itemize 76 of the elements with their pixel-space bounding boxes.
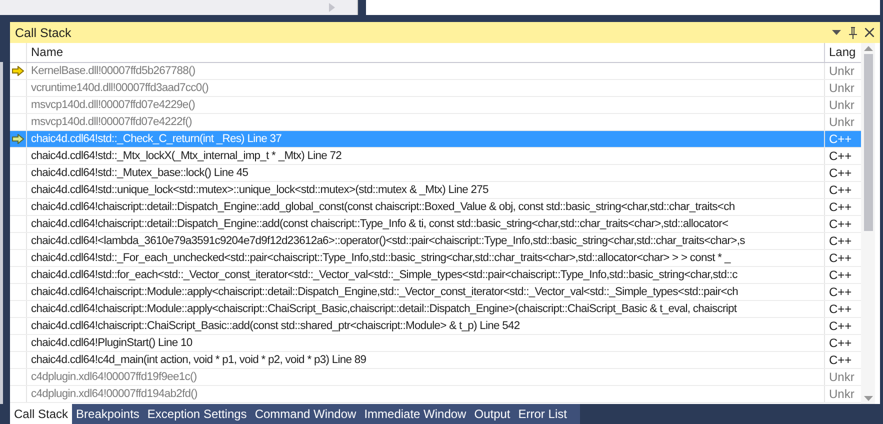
frame-name: chaic4d.cdl64!std::unique_lock<std::mutex>::unique_lock<std::mutex>(std::mutex & _Mtx) Line 275 (27, 182, 825, 198)
column-header[interactable]: Lang (825, 43, 861, 62)
frame-name: chaic4d.cdl64!chaiscript::Module::apply<chaiscript::ChaiScript_Basic,chaiscript::detail::Dispatch_Engine>(chaiscript::ChaiScript_Basic & t_eval, chaiscript (27, 301, 825, 317)
frame-name: chaic4d.cdl64!chaiscript::detail::Dispatch_Engine::add(const chaiscript::Type_Info & ti, const std::basic_string<char,std::char_traits<char>,std::allocator< (27, 216, 825, 232)
table-row[interactable]: chaic4d.cdl64!std::_For_each_unchecked<std::pair<chaiscript::Type_Info,std::basic_string<char,std::char_traits<char>,std::allocator<char> > > const * _ C++ (10, 250, 861, 267)
table-row[interactable]: KernelBase.dll!00007ffd5b267788() Unkr (10, 63, 861, 80)
tab[interactable]: Output (470, 404, 514, 424)
table-row[interactable]: chaic4d.cdl64!chaiscript::Module::apply<chaiscript::detail::Dispatch_Engine,std::_Vector_const_iterator<std::_Vector_val<std::_Simple_types<std::pair<ch C++ (10, 284, 861, 301)
language-cell-text: C++ (828, 216, 853, 232)
language-cell-text: Unkr (828, 63, 856, 79)
pin-icon[interactable] (849, 26, 857, 38)
frame-name: chaic4d.cdl64!chaiscript::ChaiScript_Basic::add(const std::shared_ptr<chaiscript::Module> & t_p) Line 542 (27, 318, 825, 334)
frame-name: chaic4d.cdl64!PluginStart() Line 10 (27, 335, 825, 351)
tab[interactable]: Exception Settings (143, 404, 251, 424)
table-row[interactable]: chaic4d.cdl64!std::_Mtx_lockX(_Mtx_internal_imp_t * _Mtx) Line 72 C++ (10, 148, 861, 165)
frame-name: chaic4d.cdl64!c4d_main(int action, void * p1, void * p2, void * p3) Line 89 (27, 352, 825, 368)
tab[interactable]: Immediate Window (360, 404, 470, 424)
table-row[interactable]: chaic4d.cdl64!chaiscript::Module::apply<chaiscript::ChaiScript_Basic,chaiscript::detail::Dispatch_Engine>(chaiscript::ChaiScript_Basic & t_eval, chaiscript C++ (10, 301, 861, 318)
tab[interactable]: Call Stack (10, 404, 72, 424)
frame-name: chaic4d.cdl64!std::_For_each_unchecked<std::pair<chaiscript::Type_Info,std::basic_string<char,std::char_traits<char>,std::allocator<char> > > const * _ (27, 250, 825, 266)
frame-name: c4dplugin.xdl64!00007ffd19f9ee1c() (27, 369, 825, 385)
table-row[interactable]: chaic4d.cdl64!std::_Mutex_base::lock() Line 45 C++ (10, 165, 861, 182)
language-cell-text: C++ (828, 267, 853, 283)
table-row[interactable]: chaic4d.cdl64!std::for_each<std::_Vector_const_iterator<std::_Vector_val<std::_Simple_types<std::pair<chaiscript::Type_Info,std::basic_string<char,std::c C++ (10, 267, 861, 284)
language-cell-text: C++ (828, 165, 853, 181)
frame-name: chaic4d.cdl64!std::for_each<std::_Vector_const_iterator<std::_Vector_val<std::_Simple_types<std::pair<chaiscript::Type_Info,std::basic_string<char,std::c (27, 267, 825, 283)
table-row[interactable]: chaic4d.cdl64!PluginStart() Line 10 C++ (10, 335, 861, 352)
scroll-thumb[interactable] (864, 54, 872, 231)
frame-name: vcruntime140d.dll!00007ffd3aad7cc0() (27, 80, 825, 96)
table-row[interactable]: chaic4d.cdl64!c4d_main(int action, void * p1, void * p2, void * p3) Line 89 C++ (10, 352, 861, 369)
frame-name: c4dplugin.xdl64!00007ffd194ab2fd() (27, 386, 825, 402)
scroll-down-icon[interactable] (864, 396, 872, 401)
language-cell-text: Unkr (828, 386, 856, 402)
language-cell-text: Unkr (828, 97, 856, 113)
tab[interactable]: Command Window (250, 404, 360, 424)
table-row[interactable]: chaic4d.cdl64!chaiscript::ChaiScript_Basic::add(const std::shared_ptr<chaiscript::Module> & t_p) Line 542 C++ (10, 318, 861, 335)
language-cell-text: C++ (828, 131, 853, 147)
table-row[interactable]: chaic4d.cdl64!chaiscript::detail::Dispatch_Engine::add_global_const(const chaiscript::Boxed_Value & obj, const std::basic_string<char,std::char_traits<ch C++ (10, 199, 861, 216)
scroll-right-icon[interactable] (329, 3, 335, 12)
language-cell-text: C++ (828, 250, 853, 266)
tab[interactable]: Error List (514, 404, 571, 424)
tab[interactable]: Breakpoints (72, 404, 144, 424)
language-cell-text: Unkr (828, 80, 856, 96)
column-header[interactable]: Name (27, 43, 825, 62)
table-row[interactable]: vcruntime140d.dll!00007ffd3aad7cc0() Unkr (10, 80, 861, 97)
table-row[interactable]: c4dplugin.xdl64!00007ffd19f9ee1c() Unkr (10, 369, 861, 386)
table-row[interactable]: chaic4d.cdl64!std::unique_lock<std::mutex>::unique_lock<std::mutex>(std::mutex & _Mtx) Line 275 C++ (10, 182, 861, 199)
language-cell-text: C++ (828, 284, 853, 300)
close-icon[interactable] (865, 28, 874, 37)
frame-name: chaic4d.cdl64!chaiscript::Module::apply<chaiscript::detail::Dispatch_Engine,std::_Vector_const_iterator<std::_Vector_val<std::_Simple_types<std::pair<ch (27, 284, 825, 300)
frame-name: msvcp140d.dll!00007ffd07e4229e() (27, 97, 825, 113)
table-row[interactable]: msvcp140d.dll!00007ffd07e4229e() Unkr (10, 97, 861, 114)
table-row[interactable]: c4dplugin.xdl64!00007ffd194ab2fd() Unkr (10, 386, 861, 403)
frame-name: chaic4d.cdl64!chaiscript::detail::Dispatch_Engine::add_global_const(const chaiscript::Boxed_Value & obj, const std::basic_string<char,std::char_traits<ch (27, 199, 825, 215)
frame-name: chaic4d.cdl64!std::_Check_C_return(int _Res) Line 37 (27, 131, 825, 147)
table-row[interactable]: chaic4d.cdl64!chaiscript::detail::Dispatch_Engine::add(const chaiscript::Type_Info & ti, const std::basic_string<char,std::char_traits<char>,std::allocator< C++ (10, 216, 861, 233)
frame-name: chaic4d.cdl64!<lambda_3610e79a3591c9204e7d9f12d23612a6>::operator()<std::pair<chaiscript::Type_Info,std::basic_string<char,std::char_traits<char>,s (27, 233, 825, 249)
language-cell-text: C++ (828, 182, 853, 198)
language-cell-text: C++ (828, 352, 853, 368)
language-cell-text: C++ (828, 335, 853, 351)
language-cell-text: C++ (828, 199, 853, 215)
dropdown-icon[interactable] (832, 30, 841, 35)
panel-title: Call Stack (15, 26, 72, 40)
language-cell-text: C++ (828, 318, 853, 334)
language-cell-text: Unkr (828, 114, 856, 130)
language-cell-text: C++ (828, 301, 853, 317)
scroll-up-icon[interactable] (864, 46, 872, 51)
language-cell-text: Unkr (828, 369, 856, 385)
language-cell-text: C++ (828, 148, 853, 164)
vertical-scrollbar[interactable] (861, 43, 875, 404)
frame-name: msvcp140d.dll!00007ffd07e4222f() (27, 114, 825, 130)
language-cell-text: C++ (828, 233, 853, 249)
frame-name: chaic4d.cdl64!std::_Mtx_lockX(_Mtx_internal_imp_t * _Mtx) Line 72 (27, 148, 825, 164)
frame-name: chaic4d.cdl64!std::_Mutex_base::lock() Line 45 (27, 165, 825, 181)
frame-name: KernelBase.dll!00007ffd5b267788() (27, 63, 825, 79)
table-row[interactable]: chaic4d.cdl64!<lambda_3610e79a3591c9204e7d9f12d23612a6>::operator()<std::pair<chaiscript::Type_Info,std::basic_string<char,std::char_traits<char>,s C++ (10, 233, 861, 250)
